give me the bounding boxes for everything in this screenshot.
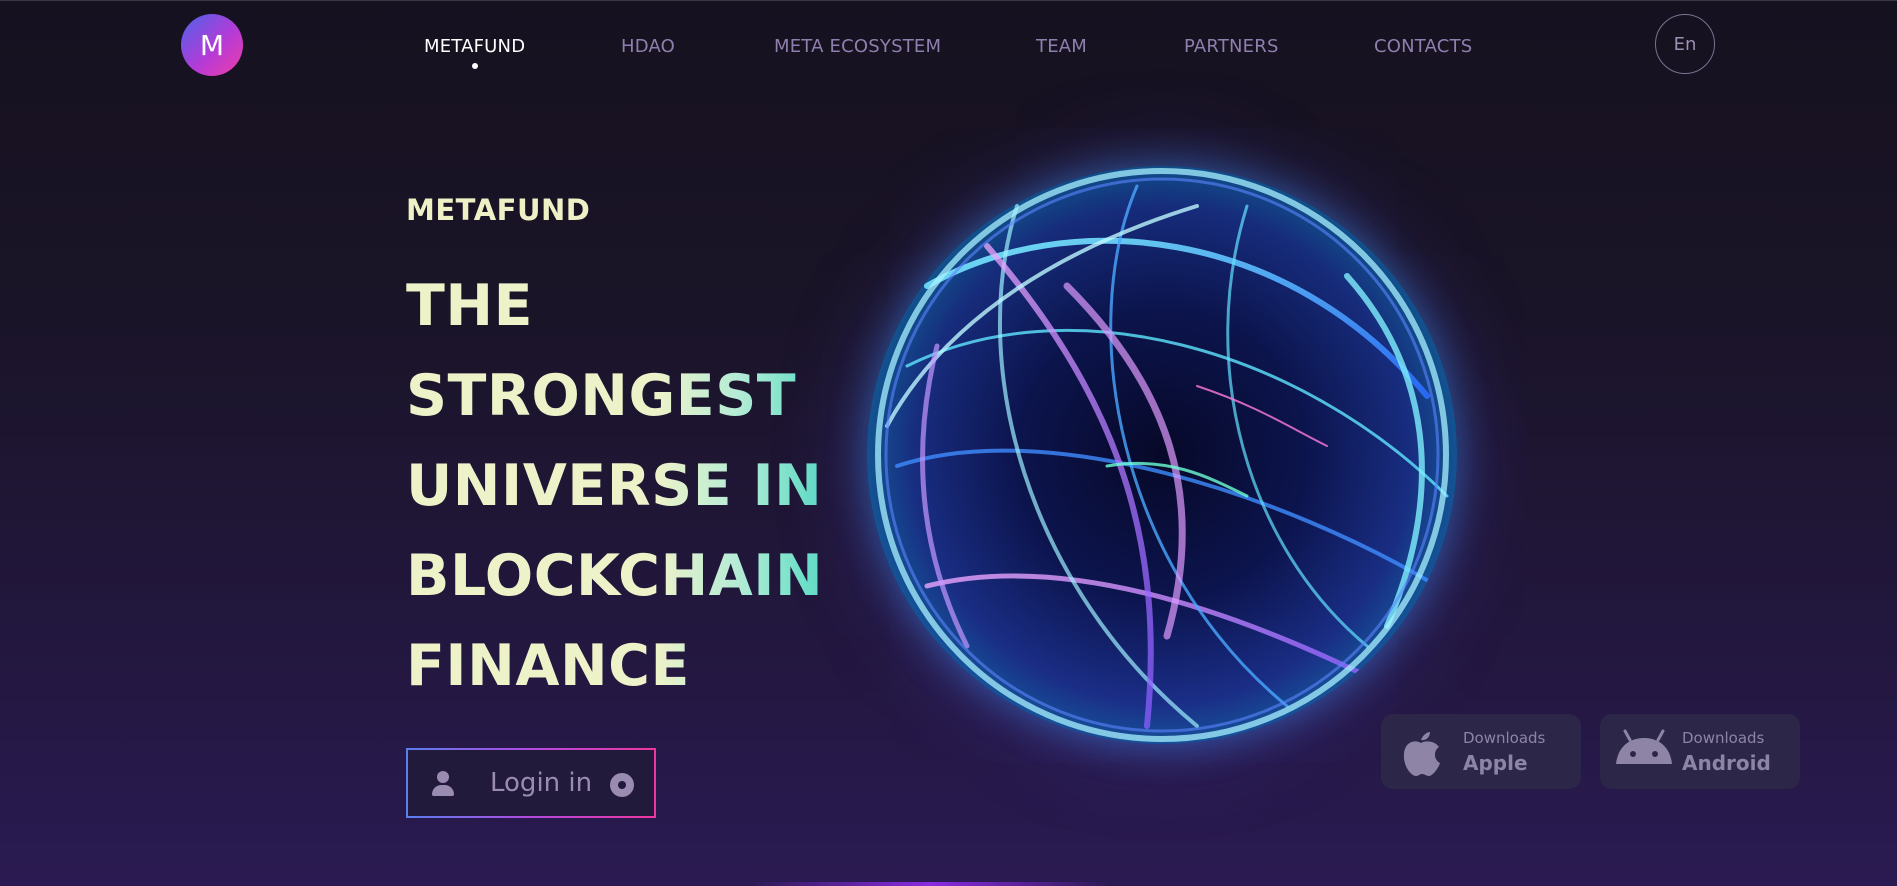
- nav-item-metafund[interactable]: METAFUND: [424, 36, 525, 57]
- nav-item-contacts[interactable]: CONTACTS: [1374, 36, 1472, 57]
- sphere-light-trails: [875, 168, 1449, 742]
- apple-icon: [1395, 726, 1447, 778]
- headline-line-5: FINANCE: [406, 628, 823, 718]
- logo[interactable]: M: [181, 14, 243, 76]
- nav-item-hdao[interactable]: HDAO: [621, 36, 675, 57]
- bottom-glow: [750, 882, 1110, 886]
- user-icon: [430, 770, 456, 796]
- radio-icon: [610, 773, 634, 797]
- top-border: [0, 0, 1897, 1]
- download-apple-platform: Apple: [1463, 750, 1528, 775]
- login-button[interactable]: Login in: [406, 748, 656, 818]
- headline-line-1: THE: [406, 268, 823, 358]
- hero-eyebrow: METAFUND: [406, 193, 591, 227]
- logo-letter: M: [199, 28, 225, 62]
- language-switch[interactable]: En: [1655, 14, 1715, 74]
- headline-line-3: UNIVERSE IN: [406, 448, 823, 538]
- headline-line-4: BLOCKCHAIN: [406, 538, 823, 628]
- download-apple-button[interactable]: Downloads Apple: [1381, 714, 1581, 789]
- nav-active-indicator: [472, 63, 478, 69]
- language-label: En: [1673, 33, 1697, 55]
- login-label: Login in: [490, 768, 593, 798]
- headline-line-2: STRONGEST: [406, 358, 823, 448]
- nav-item-meta-ecosystem[interactable]: META ECOSYSTEM: [774, 36, 941, 57]
- download-android-button[interactable]: Downloads Android: [1600, 714, 1800, 789]
- hero-sphere-image: [867, 166, 1457, 744]
- nav-item-team[interactable]: TEAM: [1036, 36, 1087, 57]
- nav-item-partners[interactable]: PARTNERS: [1184, 36, 1279, 57]
- hero-headline: THE STRONGEST UNIVERSE IN BLOCKCHAIN FIN…: [406, 268, 823, 718]
- download-apple-caption: Downloads: [1463, 728, 1546, 747]
- download-android-caption: Downloads: [1682, 728, 1765, 747]
- download-android-platform: Android: [1682, 750, 1771, 775]
- android-icon: [1614, 726, 1672, 778]
